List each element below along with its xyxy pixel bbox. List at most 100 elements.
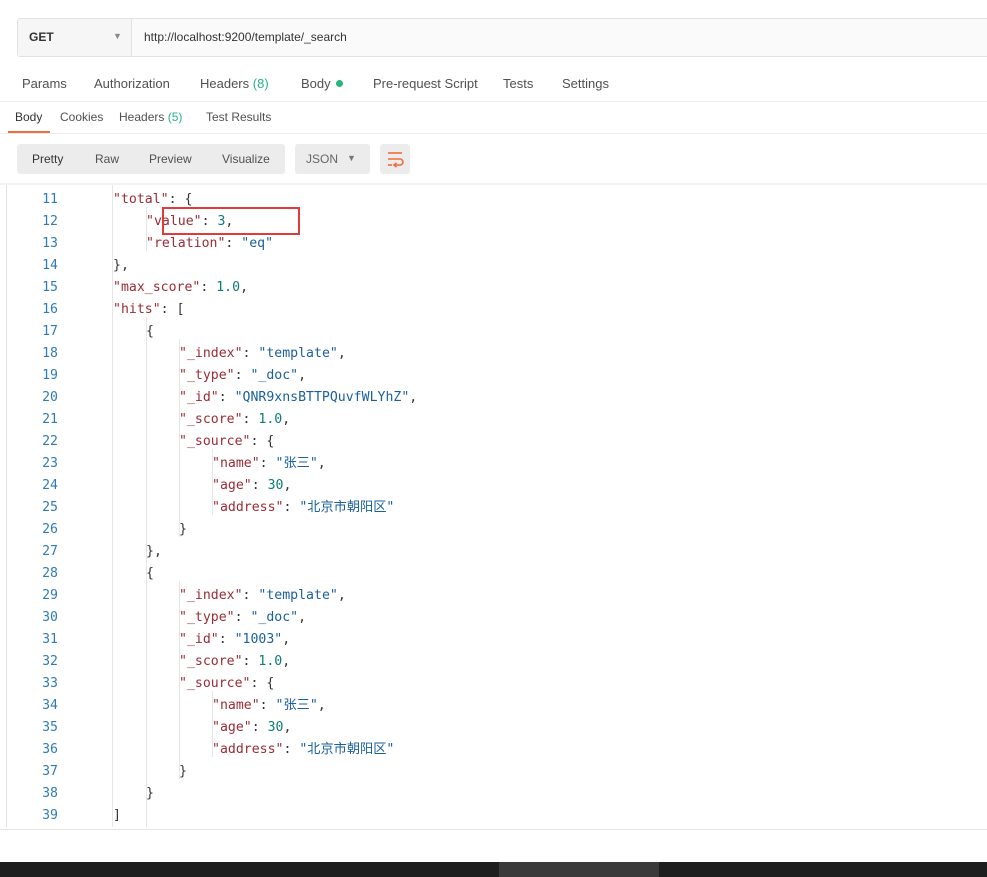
code-line: 27}, — [0, 541, 987, 563]
format-select[interactable]: JSON ▼ — [295, 144, 370, 174]
view-visualize-button[interactable]: Visualize — [222, 152, 270, 166]
code-text: "_index": "template", — [179, 588, 346, 603]
line-number: 14 — [42, 258, 58, 273]
code-line: 17 { — [0, 321, 987, 343]
response-tab-cookies[interactable]: Cookies — [60, 110, 103, 124]
code-line: 12 "value": 3, — [0, 211, 987, 233]
code-line: 37} — [0, 761, 987, 783]
line-number: 27 — [42, 544, 58, 559]
line-number: 15 — [42, 280, 58, 295]
line-number: 30 — [42, 610, 58, 625]
tab-label: Settings — [562, 76, 609, 91]
taskbar-active-item[interactable] — [499, 862, 659, 877]
request-url-bar: GET ▼ http://localhost:9200/template/_se… — [17, 18, 987, 57]
code-line: 22 "_source": { — [0, 431, 987, 453]
headers-count: (8) — [252, 76, 269, 91]
code-line: 28 { — [0, 563, 987, 585]
tab-label: Body — [301, 76, 331, 91]
tab-label: Cookies — [60, 110, 104, 124]
code-line: 25 "address": "北京市朝阳区" — [0, 497, 987, 519]
code-text: "_type": "_doc", — [179, 610, 307, 625]
code-text: } — [179, 522, 187, 537]
code-text: "hits": [ — [113, 302, 185, 317]
line-number: 20 — [42, 390, 58, 405]
line-number: 16 — [42, 302, 58, 317]
tab-label: Authorization — [94, 76, 170, 91]
code-text: "_source": { — [179, 676, 275, 691]
tab-headers[interactable]: Headers (8) — [200, 76, 269, 91]
line-number: 37 — [42, 764, 58, 779]
code-line: 14}, — [0, 255, 987, 277]
code-line: 24 "age": 30, — [0, 475, 987, 497]
tab-pre-request-script[interactable]: Pre-request Script — [373, 76, 478, 91]
line-number: 17 — [42, 324, 58, 339]
chevron-down-icon: ▼ — [347, 153, 356, 163]
code-text: "name": "张三", — [212, 698, 326, 713]
divider — [0, 101, 987, 102]
code-line: 39] — [0, 805, 987, 827]
code-line: 21 "_score": 1.0, — [0, 409, 987, 431]
code-line: 26} — [0, 519, 987, 541]
code-text: } — [179, 764, 187, 779]
line-number: 22 — [42, 434, 58, 449]
code-text: "_id": "QNR9xnsBTTPQuvfWLYhZ", — [179, 390, 418, 405]
format-label: JSON — [306, 152, 339, 166]
code-line: 15 "max_score": 1.0, — [0, 277, 987, 299]
line-number: 28 — [42, 566, 58, 581]
line-number: 25 — [42, 500, 58, 515]
tab-body[interactable]: Body — [301, 76, 343, 91]
tab-label: Headers — [119, 110, 165, 124]
tab-settings[interactable]: Settings — [562, 76, 609, 91]
code-text: "max_score": 1.0, — [113, 280, 249, 295]
headers-count: (5) — [167, 110, 183, 124]
highlight-box — [162, 207, 300, 235]
view-pretty-button[interactable]: Pretty — [32, 152, 63, 166]
line-number: 24 — [42, 478, 58, 493]
code-text: "relation": "eq" — [146, 236, 274, 251]
view-preview-button[interactable]: Preview — [149, 152, 192, 166]
line-number: 18 — [42, 346, 58, 361]
response-tab-test-results[interactable]: Test Results — [206, 110, 271, 124]
wrap-lines-icon — [388, 152, 404, 168]
view-raw-button[interactable]: Raw — [95, 152, 119, 166]
response-tab-headers[interactable]: Headers (5) — [119, 110, 182, 124]
code-text: "address": "北京市朝阳区" — [212, 500, 395, 515]
divider — [0, 829, 987, 830]
code-text: { — [146, 566, 154, 581]
tab-params[interactable]: Params — [22, 76, 67, 91]
code-line: 11 "total": { — [0, 189, 987, 211]
code-line: 30 "_type": "_doc", — [0, 607, 987, 629]
tab-tests[interactable]: Tests — [503, 76, 533, 91]
code-line: 31 "_id": "1003", — [0, 629, 987, 651]
code-text: "age": 30, — [212, 720, 292, 735]
line-number: 26 — [42, 522, 58, 537]
tab-authorization[interactable]: Authorization — [94, 76, 170, 91]
code-line: 36 "address": "北京市朝阳区" — [0, 739, 987, 761]
chevron-down-icon: ▼ — [113, 31, 122, 41]
code-text: }, — [113, 258, 129, 273]
tab-label: Pre-request Script — [373, 76, 478, 91]
code-text: "address": "北京市朝阳区" — [212, 742, 395, 757]
url-input[interactable]: http://localhost:9200/template/_search — [144, 30, 347, 44]
tab-label: Test Results — [206, 110, 272, 124]
code-text: "_score": 1.0, — [179, 654, 291, 669]
code-line: 20 "_id": "QNR9xnsBTTPQuvfWLYhZ", — [0, 387, 987, 409]
code-text: "_type": "_doc", — [179, 368, 307, 383]
code-text: "_index": "template", — [179, 346, 346, 361]
line-number: 11 — [42, 192, 58, 207]
line-number: 12 — [42, 214, 58, 229]
os-taskbar — [0, 862, 987, 877]
response-body-editor[interactable]: 11 "total": {12 "value": 3, 13 "relation": "… — [0, 185, 987, 827]
code-text: { — [146, 324, 154, 339]
code-line: 33 "_source": { — [0, 673, 987, 695]
wrap-lines-button[interactable] — [380, 144, 410, 174]
code-text: }, — [146, 544, 162, 559]
response-tab-body[interactable]: Body — [15, 110, 42, 124]
line-number: 33 — [42, 676, 58, 691]
tab-label: Headers — [200, 76, 250, 91]
code-line: 35 "age": 30, — [0, 717, 987, 739]
code-text: ] — [113, 808, 121, 823]
code-text: "_id": "1003", — [179, 632, 291, 647]
code-line: 13 "relation": "eq" — [0, 233, 987, 255]
method-select[interactable]: GET ▼ — [18, 19, 132, 56]
